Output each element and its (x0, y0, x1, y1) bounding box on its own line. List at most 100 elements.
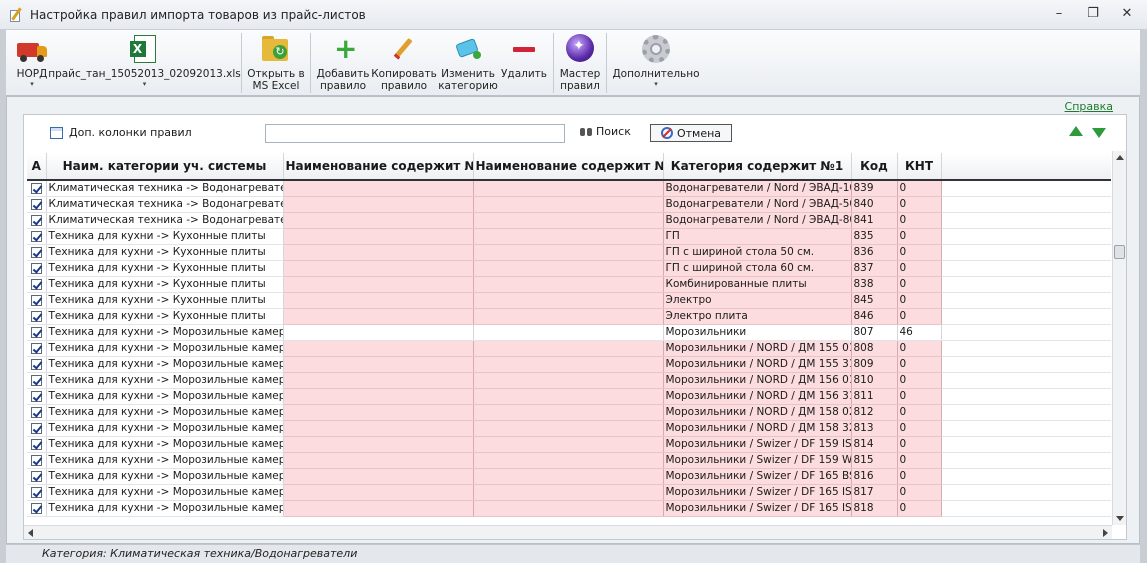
cancel-button[interactable]: Отмена (650, 124, 732, 142)
cell-category[interactable]: Климатическая техника -> Водонагреватели (46, 196, 284, 213)
more-button[interactable]: Дополнительно ▾ (611, 30, 701, 94)
cell-knt[interactable]: 0 (897, 244, 942, 261)
nord-dropdown-arrow[interactable]: ▾ (30, 80, 34, 88)
cell-name-contains-1[interactable] (283, 340, 474, 357)
open-excel-button[interactable]: ↻ Открыть в MS Excel (246, 30, 306, 94)
cell-category-contains-1[interactable]: ГП с шириной стола 50 см. (663, 244, 852, 261)
cell-filler[interactable] (941, 324, 1111, 341)
cell-name-contains-1[interactable] (283, 436, 474, 453)
cell-code[interactable]: 818 (851, 500, 898, 517)
search-button[interactable]: Поиск (580, 125, 631, 138)
scroll-left-icon[interactable] (28, 529, 33, 537)
cell-category[interactable]: Техника для кухни -> Морозильные камеры (46, 356, 284, 373)
column-header-name-contains-1[interactable]: Наименование содержит №1 (283, 153, 474, 181)
cell-knt[interactable]: 0 (897, 436, 942, 453)
row-checkbox-cell[interactable] (27, 372, 47, 389)
table-row[interactable]: Техника для кухни -> Кухонные плиты ГП с … (27, 260, 1111, 277)
vertical-scrollbar[interactable] (1112, 151, 1126, 525)
add-rule-button[interactable]: + Добавить правило (315, 30, 371, 94)
row-checkbox-cell[interactable] (27, 436, 47, 453)
cell-name-contains-2[interactable] (473, 468, 664, 485)
horizontal-scrollbar[interactable] (24, 525, 1112, 539)
row-checkbox-cell[interactable] (27, 292, 47, 309)
active-checkbox[interactable] (31, 390, 42, 402)
active-checkbox[interactable] (31, 374, 42, 386)
cell-name-contains-1[interactable] (283, 484, 474, 501)
cell-category[interactable]: Техника для кухни -> Кухонные плиты (46, 276, 284, 293)
cell-filler[interactable] (941, 500, 1111, 517)
table-row[interactable]: Климатическая техника -> Водонагреватели… (27, 196, 1111, 213)
row-checkbox-cell[interactable] (27, 404, 47, 421)
cell-code[interactable]: 812 (851, 404, 898, 421)
active-checkbox[interactable] (31, 502, 42, 514)
cell-filler[interactable] (941, 244, 1111, 261)
cell-category-contains-1[interactable]: Морозильники / Swizer / DF 165 BSL (663, 468, 852, 485)
row-checkbox-cell[interactable] (27, 388, 47, 405)
table-row[interactable]: Техника для кухни -> Морозильные камеры М… (27, 372, 1111, 389)
cell-name-contains-1[interactable] (283, 276, 474, 293)
cell-category[interactable]: Техника для кухни -> Кухонные плиты (46, 244, 284, 261)
row-checkbox-cell[interactable] (27, 500, 47, 517)
cell-category[interactable]: Техника для кухни -> Морозильные камеры (46, 452, 284, 469)
row-checkbox-cell[interactable] (27, 340, 47, 357)
cell-knt[interactable]: 0 (897, 276, 942, 293)
cell-code[interactable]: 810 (851, 372, 898, 389)
cell-name-contains-1[interactable] (283, 228, 474, 245)
table-row[interactable]: Техника для кухни -> Морозильные камеры М… (27, 356, 1111, 373)
active-checkbox[interactable] (31, 342, 42, 354)
column-header-code[interactable]: Код (851, 153, 898, 181)
cell-filler[interactable] (941, 468, 1111, 485)
cell-category-contains-1[interactable]: Морозильники / NORD / ДМ 158 320 (663, 420, 852, 437)
scroll-right-icon[interactable] (1103, 529, 1108, 537)
minimize-button[interactable]: – (1051, 6, 1067, 22)
cell-code[interactable]: 837 (851, 260, 898, 277)
cell-name-contains-2[interactable] (473, 180, 664, 197)
cell-category-contains-1[interactable]: Водонагреватели / Nord / ЭВАД-50 (663, 196, 852, 213)
cell-name-contains-2[interactable] (473, 436, 664, 453)
table-row[interactable]: Техника для кухни -> Морозильные камеры М… (27, 452, 1111, 469)
active-checkbox[interactable] (31, 246, 42, 258)
cell-knt[interactable]: 0 (897, 500, 942, 517)
cell-category[interactable]: Техника для кухни -> Кухонные плиты (46, 292, 284, 309)
active-checkbox[interactable] (31, 422, 42, 434)
column-header-knt[interactable]: КНТ (897, 153, 942, 181)
cell-filler[interactable] (941, 196, 1111, 213)
active-checkbox[interactable] (31, 294, 42, 306)
active-checkbox[interactable] (31, 198, 42, 210)
scroll-thumb[interactable] (1114, 245, 1125, 259)
cell-filler[interactable] (941, 420, 1111, 437)
row-checkbox-cell[interactable] (27, 180, 47, 197)
table-row[interactable]: Техника для кухни -> Морозильные камеры М… (27, 324, 1111, 341)
active-checkbox[interactable] (31, 230, 42, 242)
row-checkbox-cell[interactable] (27, 260, 47, 277)
row-checkbox-cell[interactable] (27, 244, 47, 261)
cell-name-contains-1[interactable] (283, 324, 474, 341)
table-row[interactable]: Техника для кухни -> Морозильные камеры М… (27, 420, 1111, 437)
cell-name-contains-1[interactable] (283, 500, 474, 517)
cell-category-contains-1[interactable]: Морозильники / NORD / ДМ 158 020 (663, 404, 852, 421)
cell-name-contains-1[interactable] (283, 244, 474, 261)
active-checkbox[interactable] (31, 182, 42, 194)
cell-code[interactable]: 840 (851, 196, 898, 213)
cell-category[interactable]: Техника для кухни -> Кухонные плиты (46, 260, 284, 277)
cell-filler[interactable] (941, 212, 1111, 229)
change-category-button[interactable]: Изменить категорию (437, 30, 499, 94)
rules-wizard-button[interactable]: ✦ Мастер правил (558, 30, 602, 94)
cell-name-contains-1[interactable] (283, 388, 474, 405)
column-header-a[interactable]: A (27, 153, 47, 181)
cell-knt[interactable]: 0 (897, 212, 942, 229)
cell-code[interactable]: 815 (851, 452, 898, 469)
cell-knt[interactable]: 0 (897, 340, 942, 357)
cell-filler[interactable] (941, 340, 1111, 357)
cell-category[interactable]: Техника для кухни -> Морозильные камеры (46, 388, 284, 405)
copy-rule-button[interactable]: Копировать правило (371, 30, 437, 94)
cell-knt[interactable]: 0 (897, 196, 942, 213)
cell-knt[interactable]: 0 (897, 388, 942, 405)
row-checkbox-cell[interactable] (27, 228, 47, 245)
cell-code[interactable]: 816 (851, 468, 898, 485)
cell-filler[interactable] (941, 308, 1111, 325)
cell-filler[interactable] (941, 260, 1111, 277)
cell-name-contains-1[interactable] (283, 372, 474, 389)
cell-knt[interactable]: 0 (897, 356, 942, 373)
cell-category[interactable]: Техника для кухни -> Кухонные плиты (46, 228, 284, 245)
